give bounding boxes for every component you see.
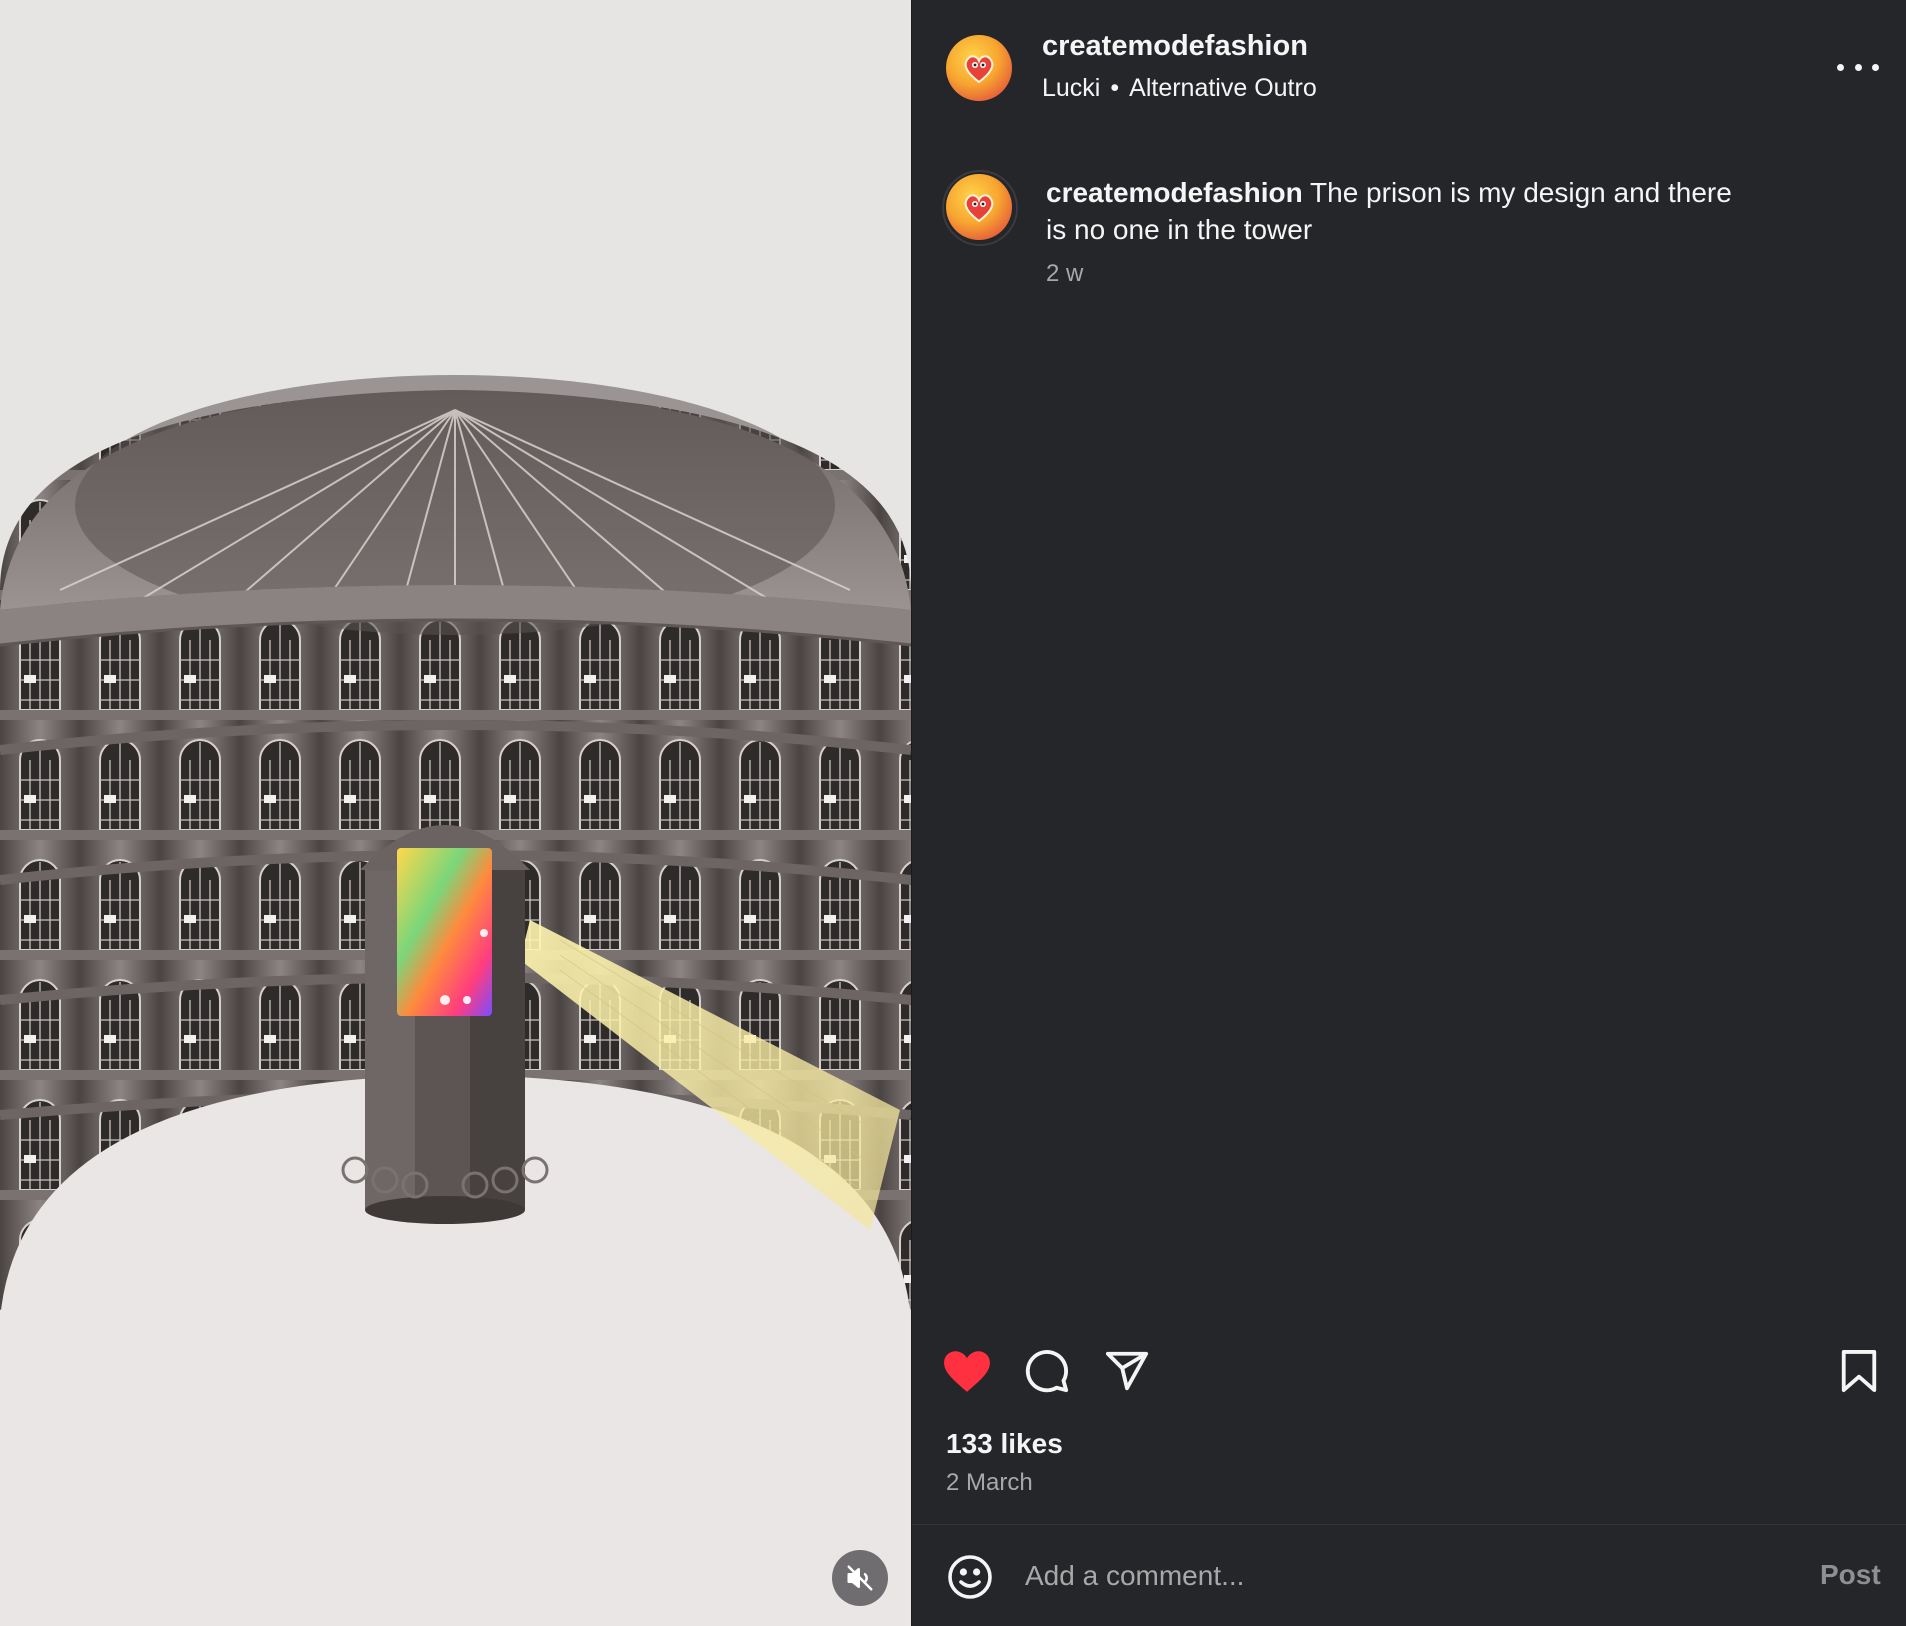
bookmark-icon (1841, 1349, 1877, 1392)
caption-text: createmodefashion The prison is my desig… (1046, 174, 1746, 248)
share-button[interactable] (1100, 1344, 1154, 1398)
comment-icon (1025, 1350, 1069, 1393)
audio-attribution: Lucki • Alternative Outro (1042, 74, 1317, 103)
mute-toggle-button[interactable] (832, 1550, 888, 1606)
post-actions (912, 1340, 1906, 1400)
heart-icon (944, 1351, 990, 1392)
save-button[interactable] (1832, 1344, 1886, 1398)
post-comment-button[interactable]: Post (1820, 1559, 1881, 1591)
heart-face-icon (964, 194, 994, 223)
post-header: createmodefashion Lucki • Alternative Outr… (912, 0, 1906, 140)
like-button[interactable] (940, 1344, 994, 1398)
audio-artist-link[interactable]: Lucki (1042, 74, 1100, 102)
add-comment-bar: Post (912, 1525, 1906, 1626)
like-count[interactable]: 133 likes (946, 1428, 1063, 1460)
caption-username-link[interactable]: createmodefashion (1046, 177, 1303, 208)
post-details-panel: createmodefashion Lucki • Alternative Outr… (911, 0, 1906, 1626)
caption-timestamp[interactable]: 2 w (1046, 260, 1083, 288)
more-options-icon (1837, 63, 1844, 71)
author-avatar[interactable] (946, 35, 1012, 101)
comment-button[interactable] (1020, 1344, 1074, 1398)
more-options-button[interactable] (1837, 52, 1879, 82)
speaker-muted-icon (847, 1565, 873, 1591)
post-date: 2 March (946, 1469, 1033, 1496)
post-media[interactable] (0, 0, 911, 1626)
separator-dot: • (1110, 74, 1120, 102)
send-icon (1105, 1351, 1149, 1391)
comment-input[interactable] (1025, 1551, 1725, 1601)
emoji-picker-button[interactable] (946, 1553, 994, 1601)
author-username-link[interactable]: createmodefashion (1042, 30, 1308, 63)
caption-author-avatar[interactable] (942, 170, 1018, 246)
heart-face-icon (964, 55, 994, 84)
panopticon-illustration (0, 0, 911, 1626)
audio-track-link[interactable]: Alternative Outro (1129, 74, 1317, 102)
emoji-icon (948, 1555, 992, 1599)
